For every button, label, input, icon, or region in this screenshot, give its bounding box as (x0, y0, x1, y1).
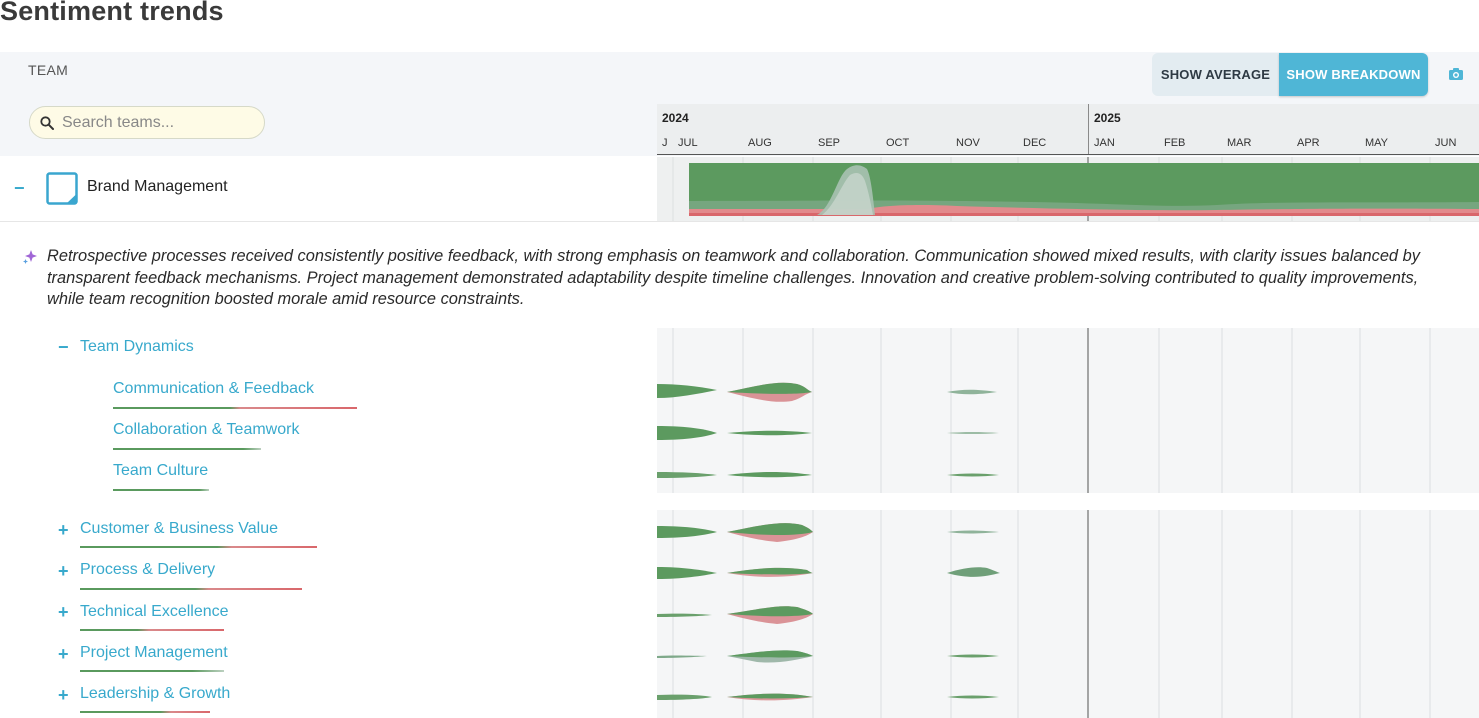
search-box[interactable] (29, 106, 265, 139)
month-label: DEC (1023, 137, 1047, 149)
timeline-header: 2024 2025 J JUL AUG SEP OCT NOV DEC JAN … (657, 104, 1479, 155)
sentiment-underline (113, 489, 209, 491)
month-label: NOV (956, 137, 980, 149)
collapse-team-toggle[interactable]: − (14, 178, 25, 199)
expand-category-toggle[interactable]: + (58, 520, 69, 541)
expand-category-toggle[interactable]: + (58, 561, 69, 582)
subcategory-communication-feedback[interactable]: Communication & Feedback (113, 380, 314, 398)
search-input[interactable] (62, 113, 252, 133)
camera-icon[interactable] (1446, 64, 1466, 84)
expand-category-toggle[interactable]: + (58, 685, 69, 706)
subcategory-team-culture[interactable]: Team Culture (113, 462, 208, 480)
category-technical-excellence[interactable]: Technical Excellence (80, 603, 229, 621)
sentiment-underline (80, 629, 224, 631)
month-label: JAN (1094, 137, 1115, 149)
search-icon (40, 116, 54, 130)
expand-category-toggle[interactable]: + (58, 602, 69, 623)
team-column-label: TEAM (28, 62, 69, 78)
sentiment-underline (80, 711, 210, 713)
month-label: OCT (886, 137, 910, 149)
timeline-baseline (657, 154, 1479, 155)
category-project-management[interactable]: Project Management (80, 644, 228, 662)
sentiment-underline (80, 546, 317, 548)
month-label: AUG (748, 137, 772, 149)
sentiment-underline (80, 588, 302, 590)
month-label: SEP (818, 137, 841, 149)
ai-sparkle-icon (23, 250, 37, 264)
team-dynamics-streams (657, 328, 1431, 493)
month-label: APR (1297, 137, 1320, 149)
month-label: MAY (1365, 137, 1389, 149)
subcategory-collaboration-teamwork[interactable]: Collaboration & Teamwork (113, 421, 299, 439)
sentiment-underline (80, 670, 224, 672)
team-name[interactable]: Brand Management (87, 178, 228, 196)
sentiment-underline (113, 448, 261, 450)
year-divider (1088, 104, 1089, 155)
month-label: J (662, 137, 668, 149)
team-icon (46, 172, 78, 205)
category-customer-business-value[interactable]: Customer & Business Value (80, 520, 278, 538)
show-breakdown-button[interactable]: SHOW BREAKDOWN (1279, 53, 1428, 96)
category-streams (657, 510, 1431, 718)
month-label: MAR (1227, 137, 1252, 149)
category-leadership-growth[interactable]: Leadership & Growth (80, 685, 230, 703)
show-average-button[interactable]: SHOW AVERAGE (1152, 53, 1279, 96)
collapse-category-toggle[interactable]: − (58, 337, 69, 358)
sentiment-underline (113, 407, 357, 409)
year-label: 2024 (662, 111, 689, 125)
page-title: Sentiment trends (0, 0, 224, 26)
view-toggle: SHOW AVERAGE SHOW BREAKDOWN (1152, 53, 1428, 96)
month-label: JUN (1435, 137, 1457, 149)
category-team-dynamics[interactable]: Team Dynamics (80, 338, 194, 356)
category-process-delivery[interactable]: Process & Delivery (80, 561, 215, 579)
team-sentiment-stream (657, 157, 1479, 221)
team-summary: Retrospective processes received consist… (47, 247, 1420, 308)
expand-category-toggle[interactable]: + (58, 644, 69, 665)
month-label: JUL (678, 137, 698, 149)
month-label: FEB (1164, 137, 1186, 149)
year-label: 2025 (1094, 111, 1121, 125)
